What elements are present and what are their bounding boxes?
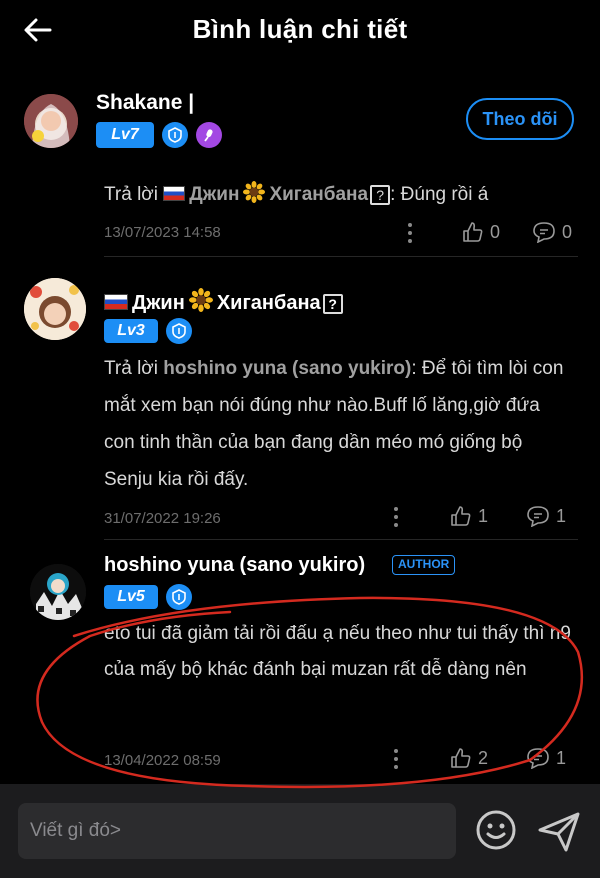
- thumbs-up-icon: [463, 222, 483, 242]
- russia-flag-icon: [104, 294, 128, 310]
- reply-button[interactable]: 0: [532, 221, 572, 243]
- thumbs-up-icon: [451, 506, 471, 526]
- comment-bubble-icon: [527, 748, 549, 769]
- level-badge: Lv5: [104, 585, 158, 609]
- commenter-name[interactable]: Джин Хиганбана?: [104, 288, 343, 315]
- avatar[interactable]: [24, 278, 86, 340]
- reply-count: 1: [556, 747, 567, 768]
- unknown-glyph-icon: ?: [370, 185, 391, 205]
- shield-badge-icon: [166, 584, 192, 610]
- like-button[interactable]: 0: [462, 221, 500, 243]
- reply-count: 0: [562, 221, 573, 242]
- commenter-name-text: Джин: [132, 292, 185, 314]
- avatar[interactable]: [30, 564, 86, 620]
- profile-header: Shakane | Lv7 Theo dõi: [0, 86, 600, 154]
- reply-target[interactable]: hoshino yuna (sano yukiro): [163, 358, 411, 379]
- author-badge: AUTHOR: [392, 555, 456, 575]
- reply-target[interactable]: Джин: [189, 184, 239, 205]
- shield-badge-icon: [166, 318, 192, 344]
- like-count: 2: [478, 747, 489, 768]
- comment-item: Trả lời Джин Хиганбана?: Đúng rồi á 13/07…: [0, 154, 600, 258]
- comment-item: Джин Хиганбана? Lv3 Trả lời hoshino yuna …: [0, 258, 600, 540]
- comment-text: Trả lời Джин Хиганбана?: Đúng rồi á: [104, 176, 574, 213]
- comment-body: eto tui đã giảm tải rồi đấu ạ nếu theo n…: [104, 623, 571, 680]
- comment-bubble-icon: [533, 222, 555, 243]
- unknown-glyph-icon: ?: [322, 294, 343, 314]
- profile-badges: Lv7: [96, 122, 222, 148]
- like-button[interactable]: 2: [450, 747, 488, 769]
- commenter-name[interactable]: hoshino yuna (sano yukiro): [104, 554, 365, 577]
- comment-item: hoshino yuna (sano yukiro) AUTHOR Lv5 et…: [0, 540, 600, 784]
- comment-input[interactable]: [18, 803, 456, 859]
- reply-count: 1: [556, 505, 567, 526]
- avatar[interactable]: [24, 94, 78, 148]
- comment-timestamp: 13/07/2023 14:58: [104, 224, 221, 241]
- comment-composer: [0, 784, 600, 878]
- comment-timestamp: 31/07/2022 19:26: [104, 510, 221, 527]
- commenter-badges: Lv5: [104, 584, 192, 610]
- more-options-icon[interactable]: [386, 506, 406, 528]
- page-title: Bình luận chi tiết: [192, 14, 408, 44]
- send-icon[interactable]: [536, 808, 582, 854]
- like-button[interactable]: 1: [450, 505, 488, 527]
- commenter-badges: Lv3: [104, 318, 192, 344]
- commenter-name-rest: Хиганбана: [216, 292, 321, 314]
- comment-text: Trả lời hoshino yuna (sano yukiro): Để t…: [104, 350, 574, 498]
- emoji-icon[interactable]: [474, 808, 518, 852]
- follow-button[interactable]: Theo dõi: [466, 98, 574, 140]
- more-options-icon[interactable]: [386, 748, 406, 770]
- comment-timestamp: 13/04/2022 08:59: [104, 752, 221, 769]
- profile-name[interactable]: Shakane |: [96, 91, 194, 115]
- shield-badge-icon: [162, 122, 188, 148]
- level-badge: Lv7: [96, 122, 154, 148]
- like-count: 0: [490, 221, 501, 242]
- reply-button[interactable]: 1: [526, 505, 566, 527]
- comment-list: Trả lời Джин Хиганбана?: Đúng rồi á 13/07…: [0, 154, 600, 784]
- reply-text: : Đúng rồi á: [390, 184, 489, 205]
- reply-prefix: Trả lời: [104, 184, 158, 205]
- reply-prefix: Trả lời: [104, 358, 158, 379]
- level-badge: Lv3: [104, 319, 158, 343]
- reply-target-rest: Хиганбана: [269, 184, 369, 205]
- top-bar: Bình luận chi tiết: [0, 0, 600, 62]
- like-count: 1: [478, 505, 489, 526]
- sunflower-icon: [188, 288, 213, 312]
- more-options-icon[interactable]: [400, 222, 420, 244]
- microphone-badge-icon: [196, 122, 222, 148]
- russia-flag-icon: [163, 186, 186, 201]
- divider: [104, 256, 578, 257]
- reply-button[interactable]: 1: [526, 747, 566, 769]
- sunflower-icon: [243, 181, 266, 203]
- thumbs-up-icon: [451, 748, 471, 768]
- comment-bubble-icon: [527, 506, 549, 527]
